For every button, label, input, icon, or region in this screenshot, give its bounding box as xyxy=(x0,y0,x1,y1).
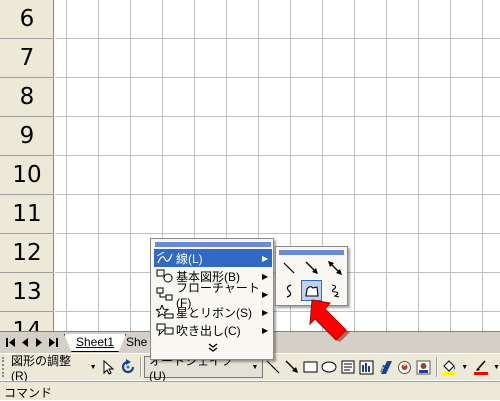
row-number: 14 xyxy=(12,318,42,331)
row-number: 11 xyxy=(12,201,42,227)
tab-sheet1[interactable]: Sheet1 xyxy=(64,334,126,352)
row-header[interactable]: 10 xyxy=(0,156,54,195)
menu-drag-bar[interactable] xyxy=(155,242,271,247)
chevron-right-icon: ▶ xyxy=(262,325,269,335)
wordart-icon[interactable] xyxy=(357,357,376,377)
callouts-icon xyxy=(154,321,176,339)
row-header[interactable]: 13 xyxy=(0,273,54,312)
row-header[interactable]: 8 xyxy=(0,78,54,117)
fill-color-icon[interactable] xyxy=(440,357,459,377)
free-rotate-icon[interactable] xyxy=(118,357,137,377)
diagram-icon[interactable]: A xyxy=(376,357,395,377)
tab-sheet1-label: Sheet1 xyxy=(76,335,115,349)
line-tool-icon[interactable] xyxy=(278,257,299,278)
row-header[interactable]: 11 xyxy=(0,195,54,234)
select-objects-icon[interactable] xyxy=(100,357,119,377)
row-number: 7 xyxy=(19,45,35,71)
row-number: 13 xyxy=(12,279,42,305)
tab-sheet2[interactable]: She xyxy=(126,335,147,352)
line-color-icon[interactable] xyxy=(471,357,490,377)
menu-item-label: 星とリボン(S) xyxy=(176,305,252,320)
chevron-right-icon: ▶ xyxy=(262,307,269,317)
row-header[interactable]: 14 xyxy=(0,312,54,331)
status-bar: コマンド xyxy=(0,381,500,400)
next-sheet-icon[interactable] xyxy=(32,335,45,349)
menu-item-callouts[interactable]: 吹き出し(C) ▶ xyxy=(154,321,272,339)
line-icon[interactable] xyxy=(263,357,282,377)
chevron-down-icon[interactable]: ▼ xyxy=(493,364,500,371)
rectangle-icon[interactable] xyxy=(301,357,320,377)
autoshape-menu: 線(L) ▶ 基本図形(B) ▶ フローチャート(F) ▶ 星とリボン(S) ▶… xyxy=(150,238,274,360)
row-header[interactable]: 7 xyxy=(0,39,54,78)
first-sheet-icon[interactable] xyxy=(4,335,17,349)
chevron-down-icon: ▼ xyxy=(89,363,97,371)
chevron-right-icon: ▶ xyxy=(262,253,269,263)
draw-menu-label: 図形の調整(R) xyxy=(10,353,71,383)
row-number: 10 xyxy=(12,162,42,188)
picture-icon[interactable] xyxy=(414,357,433,377)
status-text: コマンド xyxy=(4,386,53,400)
chevron-down-icon: ▼ xyxy=(251,363,259,371)
row-headers: 6 7 8 9 10 11 12 13 14 xyxy=(0,0,54,331)
text-box-icon[interactable] xyxy=(339,357,358,377)
row-number: 8 xyxy=(19,84,35,110)
last-sheet-icon[interactable] xyxy=(46,335,59,349)
oval-icon[interactable] xyxy=(320,357,339,377)
menu-item-flowchart[interactable]: フローチャート(F) ▶ xyxy=(154,281,272,310)
menu-item-label: 線(L) xyxy=(176,251,203,266)
stars-banners-icon xyxy=(154,303,176,321)
draw-menu-button[interactable]: 図形の調整(R) ▼ xyxy=(8,354,100,383)
lines-icon xyxy=(154,249,176,267)
row-number: 12 xyxy=(12,240,42,266)
red-pointer-arrow-icon xyxy=(309,299,350,342)
row-header[interactable]: 9 xyxy=(0,117,54,156)
chevron-right-icon: ▶ xyxy=(262,271,269,281)
arrow-icon[interactable] xyxy=(282,357,301,377)
row-header[interactable]: 6 xyxy=(0,0,54,39)
menu-item-stars-banners[interactable]: 星とリボン(S) ▶ xyxy=(154,303,272,321)
toolbar-separator xyxy=(435,357,437,377)
tab-sheet2-label: She xyxy=(126,335,148,349)
menu-item-label: 吹き出し(C) xyxy=(176,323,241,338)
toolbar-separator xyxy=(140,357,142,377)
menu-item-lines[interactable]: 線(L) ▶ xyxy=(154,249,272,267)
chevron-down-icon[interactable]: ▼ xyxy=(461,364,468,371)
double-arrow-tool-icon[interactable] xyxy=(324,257,345,278)
submenu-drag-bar[interactable] xyxy=(279,250,344,255)
arrow-tool-icon[interactable] xyxy=(301,257,322,278)
row-number: 9 xyxy=(19,123,35,149)
row-number: 6 xyxy=(19,6,35,32)
curve-tool-icon[interactable] xyxy=(278,280,299,301)
clipart-icon[interactable] xyxy=(395,357,414,377)
chevron-right-icon: ▶ xyxy=(262,289,269,299)
flowchart-icon xyxy=(154,285,176,303)
basic-shapes-icon xyxy=(154,267,176,285)
svg-text:A: A xyxy=(380,364,388,375)
expand-more-icon[interactable] xyxy=(203,343,223,357)
row-header[interactable]: 12 xyxy=(0,234,54,273)
prev-sheet-icon[interactable] xyxy=(18,335,31,349)
